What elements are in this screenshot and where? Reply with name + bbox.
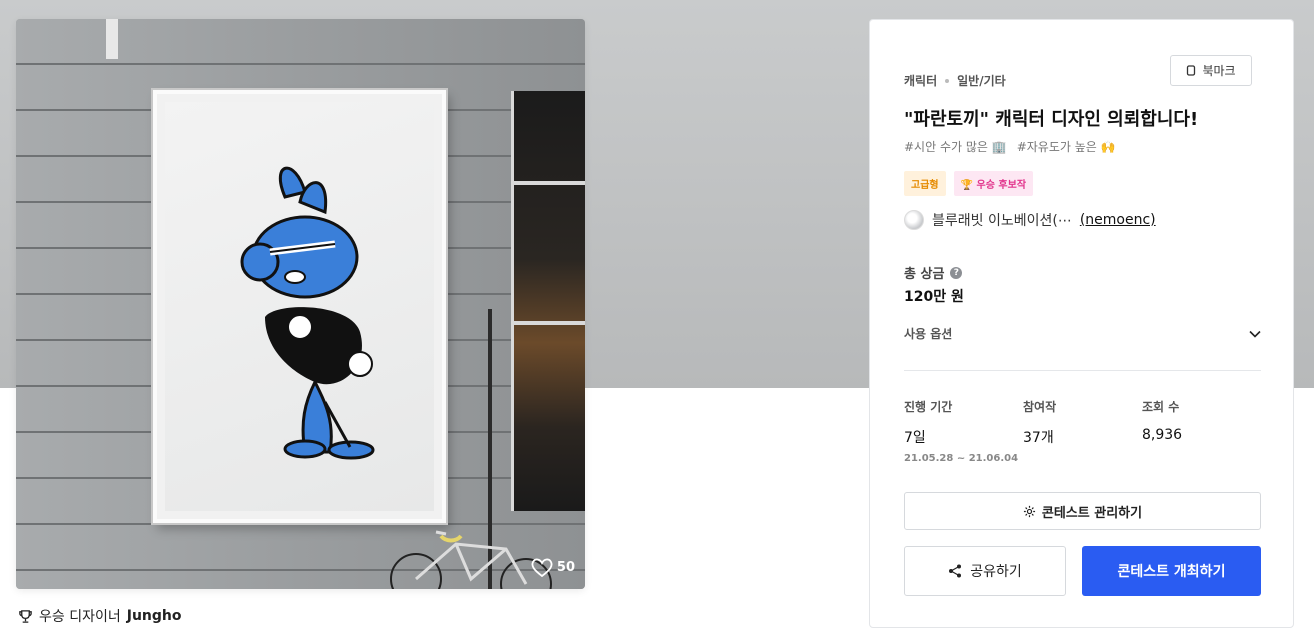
- winning-artwork-image[interactable]: 50: [16, 19, 585, 589]
- premium-badge: 고급형: [904, 171, 946, 196]
- views-label: 조회 수: [1142, 400, 1180, 414]
- trophy-icon: [19, 609, 32, 623]
- wall-pipe: [106, 19, 118, 59]
- poster-frame: [153, 90, 446, 523]
- divider: [904, 370, 1261, 371]
- share-icon: [949, 564, 962, 578]
- bookmark-label: 북마크: [1202, 64, 1236, 78]
- contest-tags: #시안 수가 많은 🏢 #자유도가 높은 🙌: [904, 138, 1116, 155]
- chevron-down-icon[interactable]: [1249, 330, 1261, 338]
- period-label: 진행 기간: [904, 400, 953, 414]
- views-value: 8,936: [1142, 427, 1183, 443]
- category-breadcrumb: 캐릭터 일반/기타: [904, 72, 1006, 89]
- tag-item[interactable]: #자유도가 높은 🙌: [1017, 138, 1116, 155]
- stat-entries: 참여작 37개: [1023, 398, 1056, 447]
- host-contest-button[interactable]: 콘테스트 개최하기: [1082, 546, 1261, 596]
- share-label: 공유하기: [970, 564, 1022, 580]
- contest-title: "파란토끼" 캐릭터 디자인 의뢰합니다!: [904, 109, 1199, 130]
- winner-candidate-badge: 🏆 우승 후보작: [953, 171, 1034, 196]
- prize-label-text: 총 상금: [904, 267, 945, 282]
- manage-contest-label: 콘테스트 관리하기: [1041, 505, 1143, 521]
- bicycle-image: [390, 530, 552, 589]
- stat-views: 조회 수 8,936: [1142, 398, 1182, 443]
- winner-name[interactable]: Jungho: [127, 608, 182, 624]
- avatar: [904, 210, 924, 230]
- share-button[interactable]: 공유하기: [904, 546, 1066, 596]
- entries-value: 37개: [1023, 430, 1054, 446]
- period-range: 21.05.28 ~ 21.06.04: [904, 453, 1019, 464]
- host-handle[interactable]: (nemoenc): [1080, 212, 1156, 228]
- building-window: [511, 91, 585, 511]
- prize-label: 총 상금 ?: [904, 263, 963, 282]
- category-main[interactable]: 캐릭터: [904, 72, 937, 89]
- stat-period: 진행 기간 7일 21.05.28 ~ 21.06.04: [904, 398, 1018, 464]
- manage-contest-button[interactable]: 콘테스트 관리하기: [904, 492, 1261, 530]
- usage-options-toggle[interactable]: 사용 옵션: [904, 325, 1261, 342]
- period-value: 7일: [904, 430, 926, 446]
- host-name: 블루래빗 이노베이션(⋯: [932, 213, 1072, 229]
- bookmark-icon: [1187, 65, 1196, 76]
- bookmark-button[interactable]: 북마크: [1170, 55, 1252, 86]
- prize-value: 120만 원: [904, 289, 964, 305]
- poster-canvas: [165, 102, 434, 511]
- contest-badges: 고급형 🏆 우승 후보작: [904, 171, 1034, 196]
- usage-options-label: 사용 옵션: [904, 327, 953, 341]
- host-info[interactable]: 블루래빗 이노베이션(⋯ (nemoenc): [904, 210, 1156, 230]
- entries-label: 참여작: [1023, 400, 1057, 414]
- category-sub[interactable]: 일반/기타: [957, 72, 1006, 89]
- winner-label: 우승 디자이너: [39, 609, 121, 625]
- gear-icon: [1023, 505, 1035, 517]
- breadcrumb-separator: [945, 78, 950, 83]
- likes-number: 50: [556, 560, 575, 575]
- blue-bunny-illustration: [240, 166, 375, 460]
- heart-icon[interactable]: [531, 558, 553, 577]
- tag-item[interactable]: #시안 수가 많은 🏢: [904, 138, 1007, 155]
- winner-designer: 우승 디자이너 Jungho: [18, 606, 181, 626]
- help-icon[interactable]: ?: [950, 266, 963, 279]
- contest-info-panel: 캐릭터 일반/기타 북마크 "파란토끼" 캐릭터 디자인 의뢰합니다! #시안 …: [869, 19, 1294, 628]
- like-count[interactable]: 50: [531, 558, 575, 577]
